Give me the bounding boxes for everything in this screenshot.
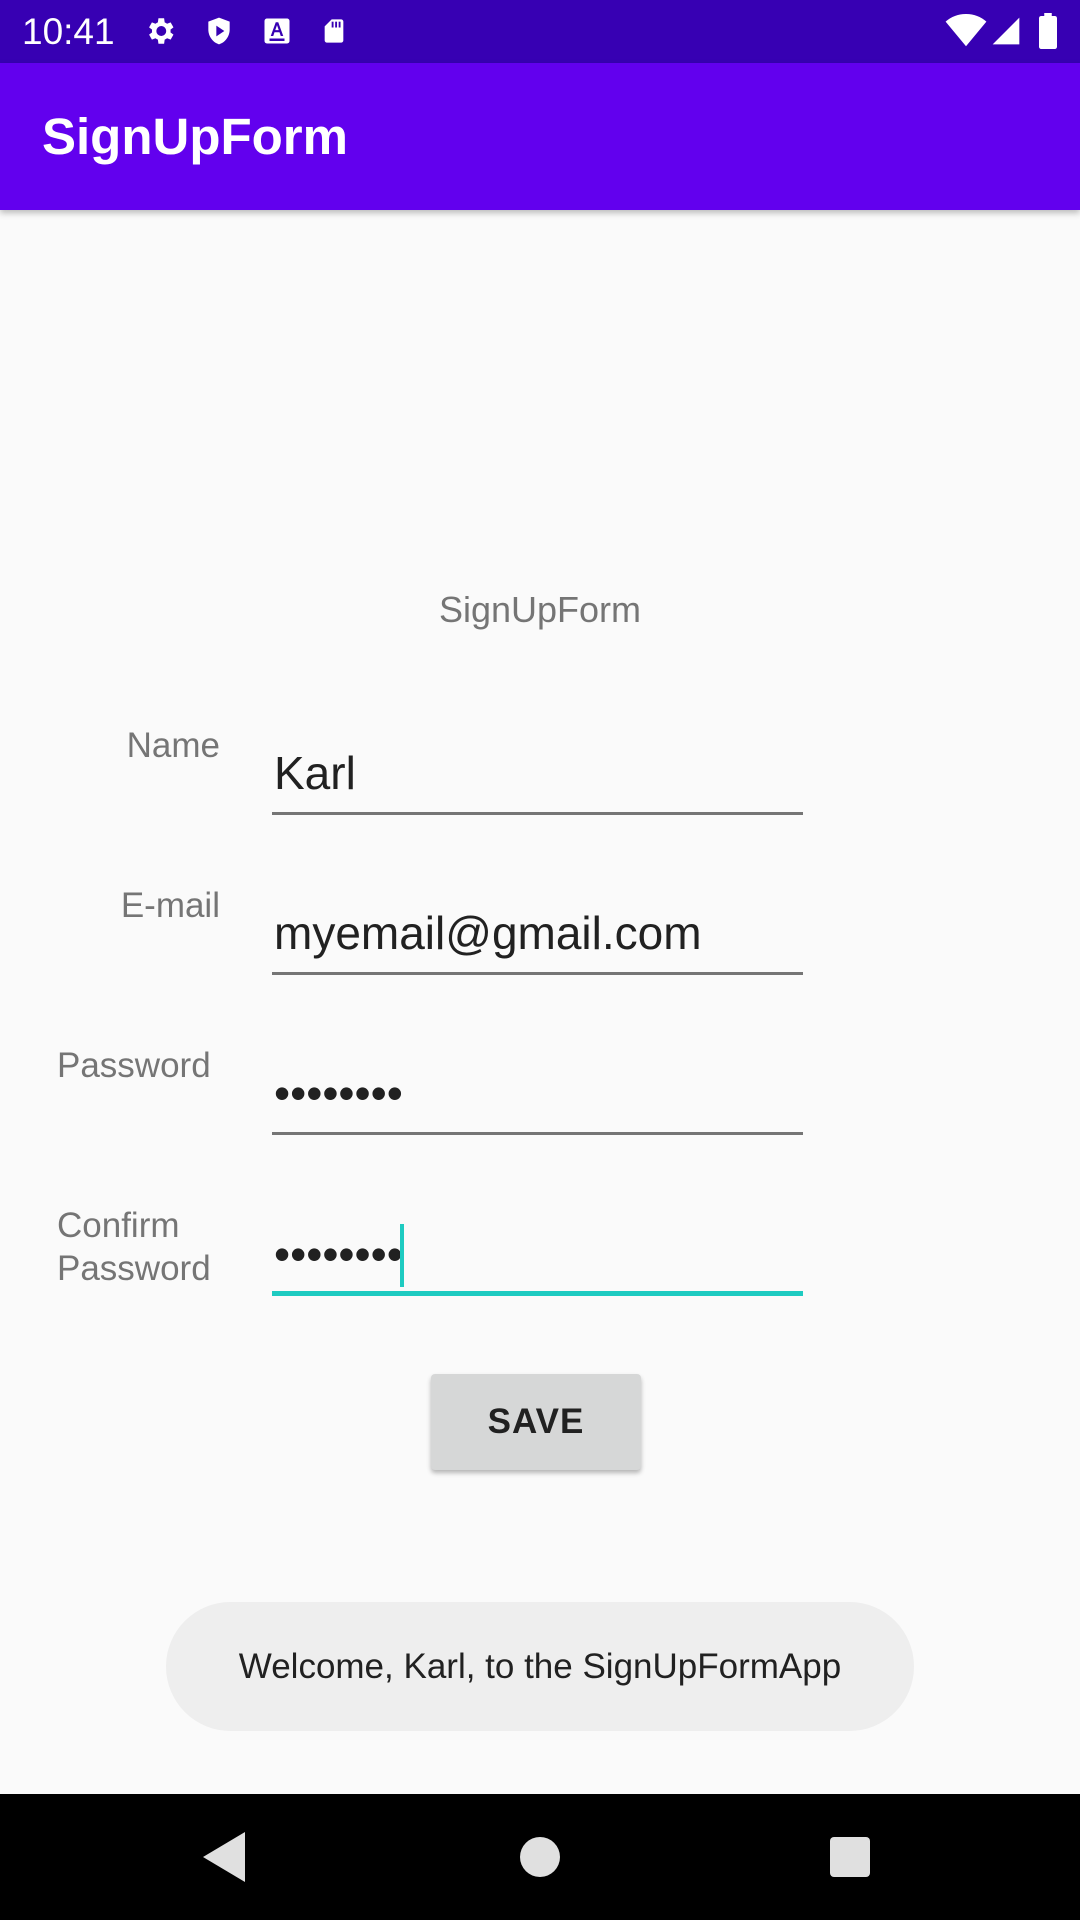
app-bar: SignUpForm	[0, 63, 1080, 210]
password-field[interactable]: ••••••••	[272, 1063, 803, 1135]
home-icon[interactable]	[480, 1794, 600, 1920]
status-bar: 10:41	[0, 0, 1080, 63]
name-label: Name	[126, 726, 220, 765]
form-heading: SignUpForm	[438, 589, 642, 630]
battery-icon	[1030, 13, 1066, 49]
wifi-icon	[944, 13, 988, 49]
email-label: E-mail	[120, 886, 220, 925]
text-cursor	[400, 1224, 404, 1287]
confirm-password-field[interactable]: ••••••••	[272, 1224, 803, 1296]
save-button[interactable]: SAVE	[431, 1374, 641, 1470]
email-field[interactable]: myemail@gmail.com	[272, 903, 803, 975]
navigation-bar	[0, 1794, 1080, 1920]
signal-icon	[988, 13, 1024, 49]
toast-message: Welcome, Karl, to the SignUpFormApp	[166, 1602, 914, 1731]
recents-icon[interactable]	[790, 1794, 910, 1920]
sd-card-icon	[316, 13, 352, 49]
password-label: Password	[57, 1046, 211, 1085]
gear-icon	[142, 13, 178, 49]
status-time: 10:41	[22, 11, 115, 52]
back-icon[interactable]	[165, 1794, 285, 1920]
shield-icon	[201, 13, 237, 49]
app-title: SignUpForm	[42, 108, 348, 165]
name-field[interactable]: Karl	[272, 743, 803, 815]
confirm-password-label: Confirm Password	[57, 1204, 277, 1290]
confirm-password-label-line2: Password	[57, 1249, 211, 1288]
confirm-password-value: ••••••••	[274, 1228, 403, 1280]
font-a-icon	[259, 13, 295, 49]
confirm-password-label-line1: Confirm	[57, 1206, 180, 1245]
